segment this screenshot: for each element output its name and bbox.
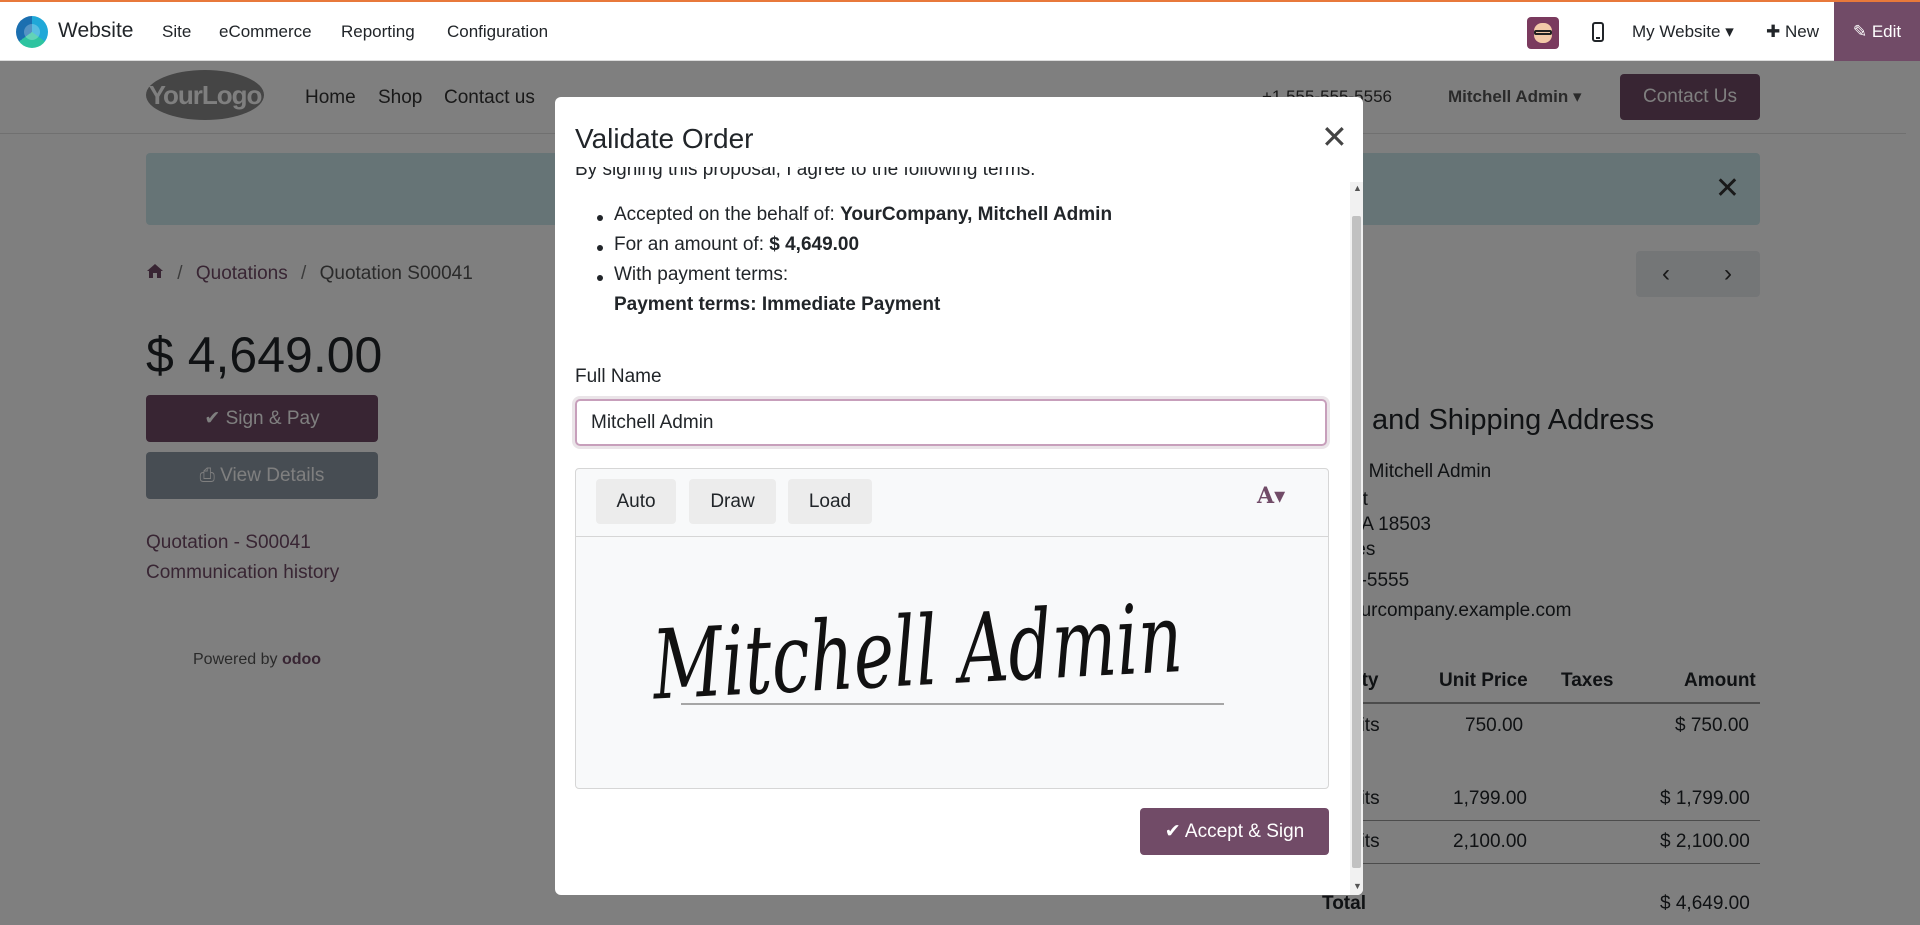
behalf-value: YourCompany, Mitchell Admin [840,204,1113,225]
behalf-label: Accepted on the behalf of: [614,204,841,225]
font-selector-icon[interactable]: A▾ [1257,483,1285,509]
scrollbar-thumb[interactable] [1352,216,1361,868]
term-behalf: Accepted on the behalf of: YourCompany, … [614,204,1112,226]
modal-body: By signing this proposal, I agree to the… [555,167,1350,895]
close-icon[interactable]: ✕ [1321,121,1348,153]
menu-reporting[interactable]: Reporting [341,22,415,42]
menu-configuration[interactable]: Configuration [447,22,548,42]
tab-load[interactable]: Load [788,479,872,524]
amount-value: $ 4,649.00 [769,234,860,255]
validate-order-modal: Validate Order ✕ By signing this proposa… [555,97,1363,895]
modal-scrollbar[interactable]: ▲ ▼ [1350,182,1363,895]
signature-text: Mitchell Admin [648,582,1185,722]
odoo-app-icon[interactable] [16,16,48,48]
user-avatar[interactable] [1527,17,1559,49]
mobile-preview-icon[interactable] [1592,22,1604,47]
website-selector[interactable]: My Website ▾ [1632,22,1734,42]
tab-draw[interactable]: Draw [689,479,776,524]
new-button[interactable]: ✚ New [1766,22,1819,42]
full-name-label: Full Name [575,366,662,387]
scroll-up-icon[interactable]: ▲ [1353,183,1362,193]
avatar-glasses [1534,30,1552,35]
full-name-input[interactable]: Mitchell Admin [575,399,1327,446]
signature-mode-tabs: Auto Draw Load A▾ [576,469,1328,537]
modal-title: Validate Order [575,123,754,154]
terms-intro: By signing this proposal, I agree to the… [575,167,1036,180]
signature-canvas[interactable]: Mitchell Admin [576,537,1328,789]
term-payment-label: With payment terms: [614,264,789,285]
admin-navbar: Website Site eCommerce Reporting Configu… [0,0,1920,61]
edit-button[interactable]: ✎ Edit [1834,2,1920,61]
menu-ecommerce[interactable]: eCommerce [219,22,312,42]
tab-auto[interactable]: Auto [596,479,676,524]
bullet [597,215,603,221]
bullet [597,245,603,251]
bullet [597,275,603,281]
term-payment-value: Payment terms: Immediate Payment [614,294,941,315]
term-amount: For an amount of: $ 4,649.00 [614,234,859,256]
app-name[interactable]: Website [58,19,133,43]
scroll-down-icon[interactable]: ▼ [1353,881,1362,891]
signature-pad: Auto Draw Load A▾ Mitchell Admin [575,468,1329,789]
amount-label: For an amount of: [614,234,770,255]
accept-sign-button[interactable]: ✔ Accept & Sign [1140,808,1329,855]
menu-site[interactable]: Site [162,22,191,42]
